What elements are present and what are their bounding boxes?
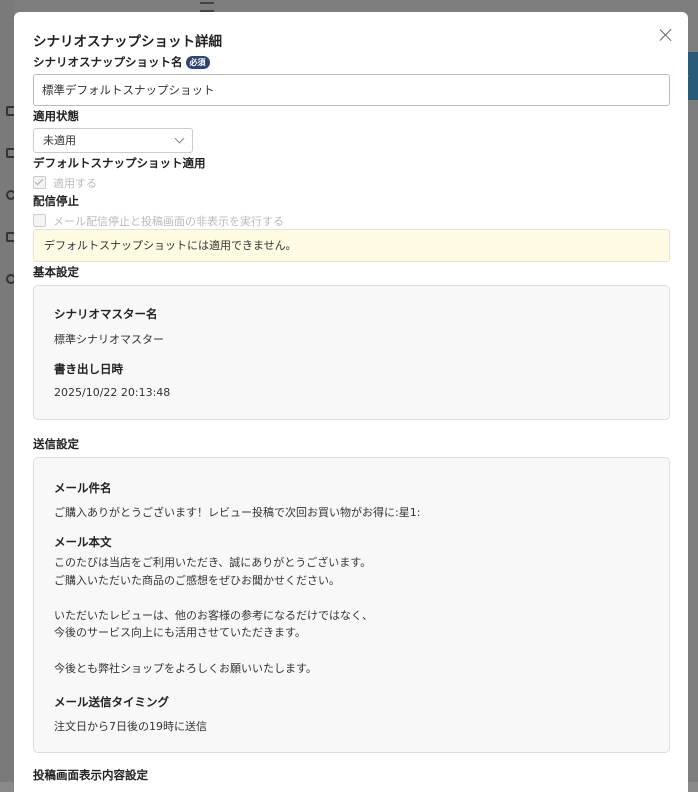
delivery-stop-checkbox[interactable] [33, 214, 46, 227]
close-icon[interactable] [658, 27, 674, 43]
basic-settings-label: 基本設定 [33, 265, 79, 279]
status-select[interactable]: 未適用 [33, 128, 193, 153]
mail-timing-value: 注文日から7日後の19時に送信 [54, 720, 207, 733]
mail-timing-key: メール送信タイミング [54, 695, 169, 709]
chevron-down-icon [174, 133, 185, 144]
mail-subject-key: メール件名 [54, 481, 112, 495]
export-date-value: 2025/10/22 20:13:48 [54, 386, 171, 399]
snapshot-detail-modal: シナリオスナップショット詳細 シナリオスナップショット名必須 適用状態 未適用 … [14, 12, 688, 792]
delivery-stop-label: 配信停止 [33, 194, 79, 208]
menu-icon [200, 2, 214, 12]
default-apply-checkbox[interactable] [33, 176, 46, 189]
mail-body-key: メール本文 [54, 535, 112, 549]
modal-title: シナリオスナップショット詳細 [33, 34, 222, 50]
default-apply-checkbox-label: 適用する [53, 177, 97, 190]
export-date-key: 書き出し日時 [54, 362, 123, 376]
default-apply-checkbox-row[interactable]: 適用する [33, 175, 97, 191]
status-label: 適用状態 [33, 109, 79, 123]
mail-subject-value: ご購入ありがとうございます！レビュー投稿で次回お買い物がお得に:星1: [54, 506, 421, 519]
basic-settings-card: シナリオマスター名 標準シナリオマスター 書き出し日時 2025/10/22 2… [33, 285, 670, 420]
warning-alert: デフォルトスナップショットには適用できません。 [33, 229, 670, 262]
post-display-settings-label: 投稿画面表示内容設定 [33, 768, 148, 782]
master-name-value: 標準シナリオマスター [54, 333, 164, 346]
snapshot-name-input[interactable] [33, 74, 670, 106]
send-settings-card: メール件名 ご購入ありがとうございます！レビュー投稿で次回お買い物がお得に:星1… [33, 457, 670, 753]
master-name-key: シナリオマスター名 [54, 307, 158, 321]
mail-body-value: このたびは当店をご利用いただき、誠にありがとうございます。 ご購入いただいた商品… [54, 558, 373, 676]
delivery-stop-checkbox-label: メール配信停止と投稿画面の非表示を実行する [53, 215, 284, 228]
snapshot-name-label: シナリオスナップショット名 必須 [33, 54, 210, 70]
background-sidebar [0, 0, 16, 782]
required-badge: 必須 [185, 56, 210, 69]
default-snapshot-label: デフォルトスナップショット適用 [33, 156, 206, 170]
send-settings-label: 送信設定 [33, 437, 79, 451]
delivery-stop-checkbox-row[interactable]: メール配信停止と投稿画面の非表示を実行する [33, 213, 284, 229]
status-select-value: 未適用 [43, 134, 76, 147]
